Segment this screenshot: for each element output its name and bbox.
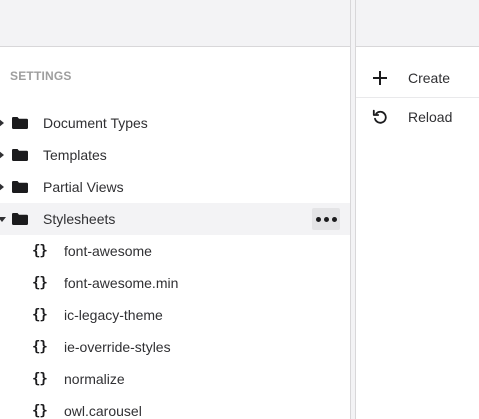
tree-item-label: Partial Views	[43, 179, 124, 195]
app-root: SETTINGS Document Types Templates Partia…	[0, 0, 479, 419]
tree-item-label: Document Types	[43, 115, 148, 131]
actions-panel: Create Reload	[356, 0, 479, 419]
tree-child-label: normalize	[64, 371, 125, 387]
tree-child-item[interactable]: {} ic-legacy-theme	[0, 299, 350, 331]
tree-item-stylesheets[interactable]: Stylesheets	[0, 203, 350, 235]
actions-header	[356, 0, 479, 47]
tree-panel: SETTINGS Document Types Templates Partia…	[0, 0, 350, 419]
tree-header	[0, 0, 350, 47]
caret-right-icon[interactable]	[0, 183, 4, 191]
create-action[interactable]: Create	[356, 59, 479, 98]
tree-child-item[interactable]: {} ie-override-styles	[0, 331, 350, 363]
caret-down-icon[interactable]	[0, 216, 6, 222]
folder-icon	[12, 181, 28, 193]
reload-action[interactable]: Reload	[356, 98, 479, 136]
tree-child-label: owl.carousel	[64, 403, 142, 419]
create-label: Create	[408, 70, 451, 86]
tree-item-label: Stylesheets	[43, 211, 116, 227]
reload-icon	[372, 109, 388, 125]
braces-icon: {}	[32, 243, 48, 259]
tree-item-label: Templates	[43, 147, 107, 163]
braces-icon: {}	[32, 339, 48, 355]
tree-child-item[interactable]: {} font-awesome.min	[0, 267, 350, 299]
reload-label: Reload	[408, 109, 453, 125]
tree-child-label: font-awesome.min	[64, 275, 179, 291]
braces-icon: {}	[32, 403, 48, 419]
tree-item-partial-views[interactable]: Partial Views	[0, 171, 350, 203]
more-options-button[interactable]	[312, 208, 340, 230]
tree-child-label: ic-legacy-theme	[64, 307, 163, 323]
tree-child-label: ie-override-styles	[64, 339, 171, 355]
caret-right-icon[interactable]	[0, 151, 4, 159]
tree-child-item[interactable]: {} font-awesome	[0, 235, 350, 267]
tree-child-label: font-awesome	[64, 243, 152, 259]
plus-icon	[372, 70, 388, 86]
caret-right-icon[interactable]	[0, 119, 4, 127]
folder-icon	[12, 213, 28, 225]
folder-icon	[12, 117, 28, 129]
section-title: SETTINGS	[10, 69, 72, 83]
tree-item-document-types[interactable]: Document Types	[0, 107, 350, 139]
dot-icon	[331, 216, 337, 222]
folder-icon	[12, 149, 28, 161]
braces-icon: {}	[32, 371, 48, 387]
tree-item-templates[interactable]: Templates	[0, 139, 350, 171]
braces-icon: {}	[32, 275, 48, 291]
tree: Document Types Templates Partial Views S…	[0, 107, 350, 419]
dot-icon	[315, 216, 321, 222]
braces-icon: {}	[32, 307, 48, 323]
tree-child-item[interactable]: {} owl.carousel	[0, 395, 350, 419]
dot-icon	[323, 216, 329, 222]
tree-child-item[interactable]: {} normalize	[0, 363, 350, 395]
